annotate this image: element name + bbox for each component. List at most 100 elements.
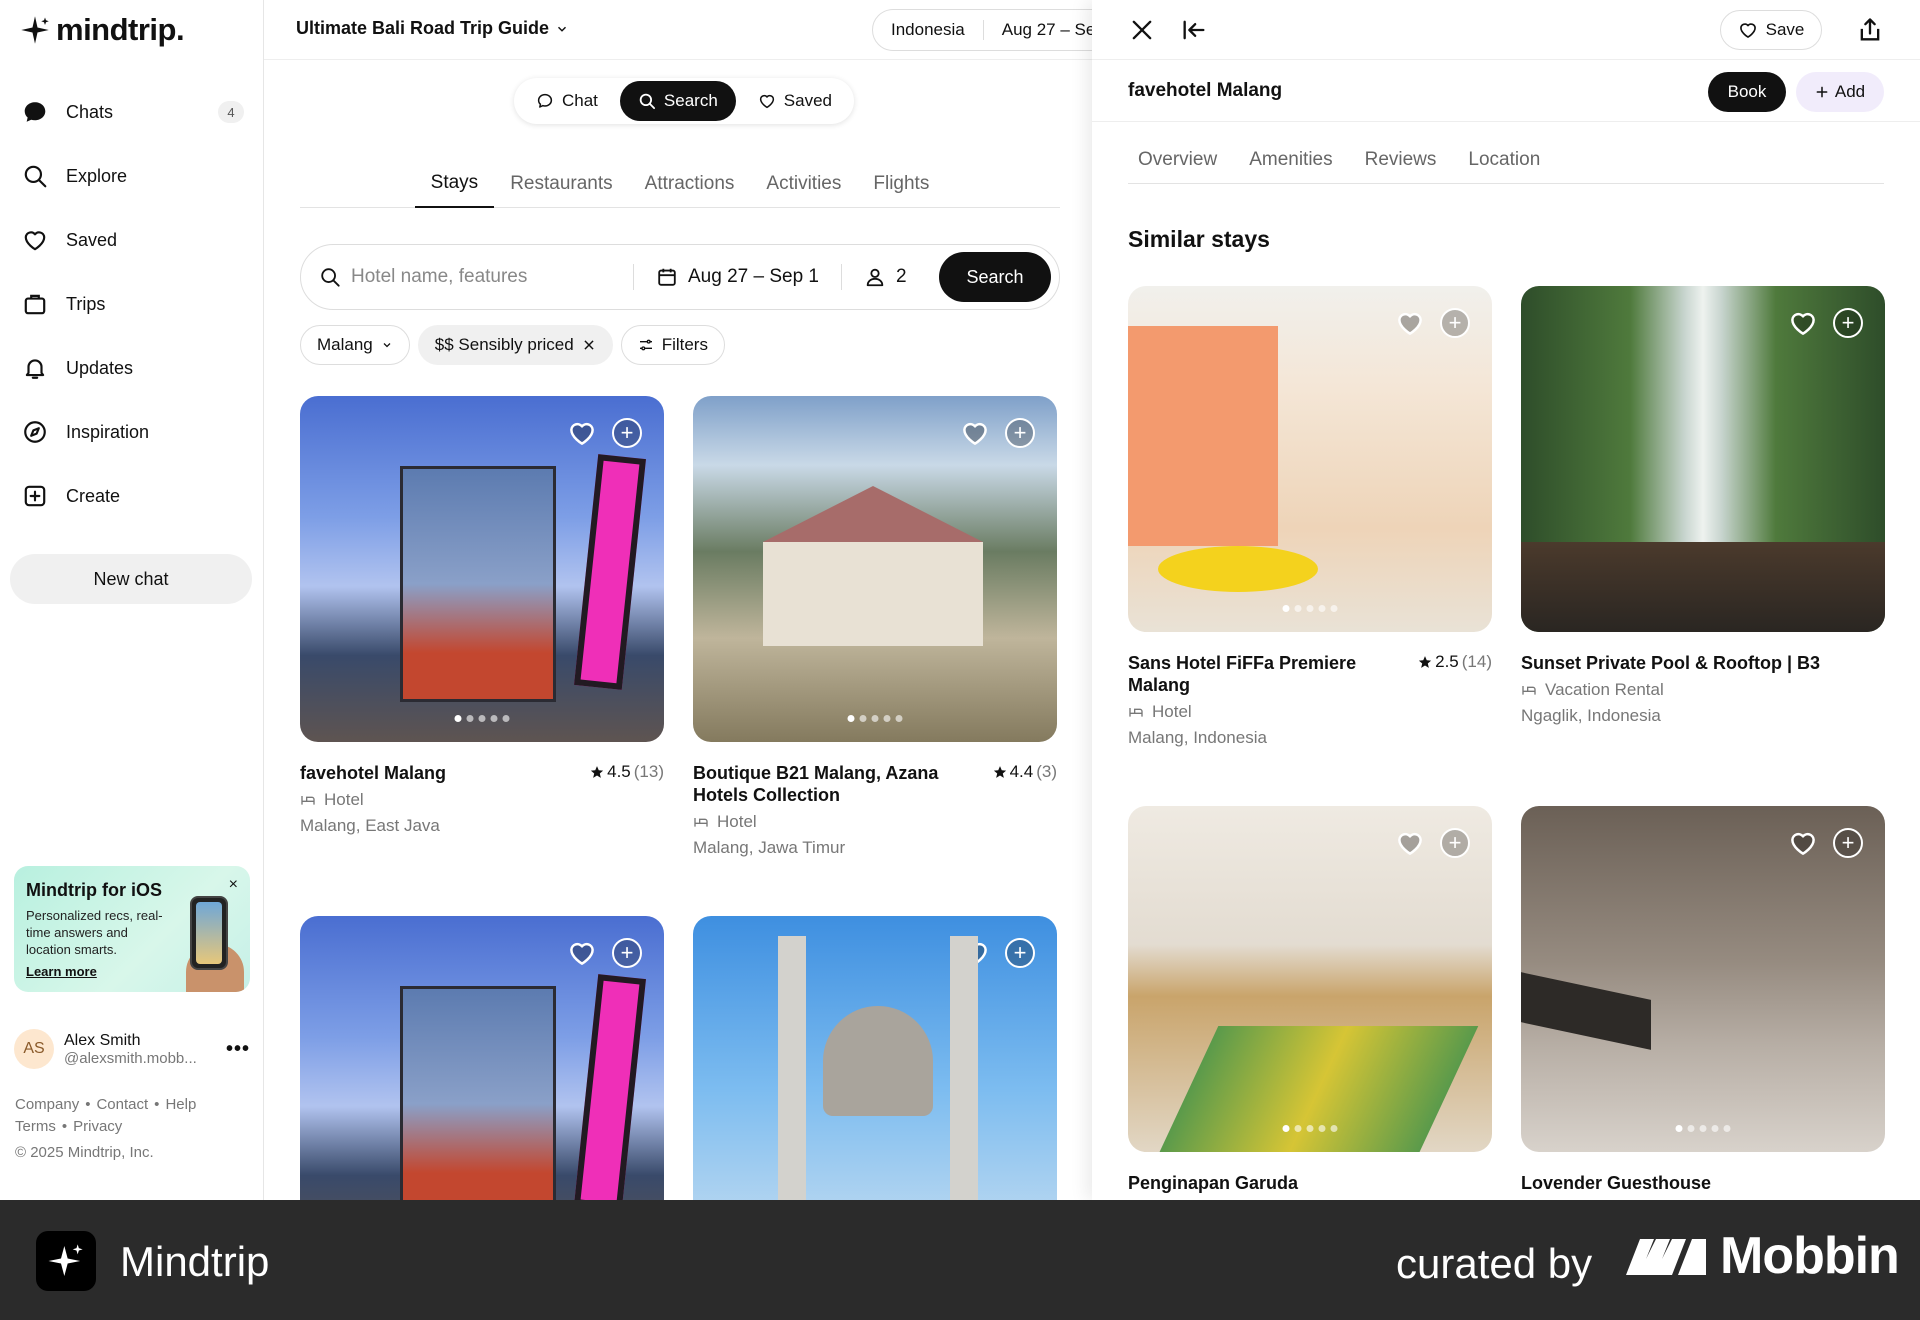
privacy-link[interactable]: Privacy: [73, 1118, 122, 1135]
guest-count: 2: [896, 266, 907, 287]
hotel-search-input[interactable]: [351, 266, 611, 288]
location-filter-chip[interactable]: Malang: [300, 325, 410, 365]
date-range: Aug 27 – Sep 1: [688, 266, 819, 287]
tab-flights[interactable]: Flights: [857, 160, 945, 208]
hotel-search-field[interactable]: [319, 266, 611, 288]
sidebar-item-inspiration[interactable]: Inspiration: [10, 400, 254, 464]
saved-tab-label: Saved: [783, 91, 832, 110]
heart-icon[interactable]: [1787, 308, 1819, 338]
user-profile[interactable]: AS Alex Smith @alexsmith.mobb... •••: [14, 1026, 250, 1072]
tab-stays[interactable]: Stays: [414, 160, 495, 208]
book-button[interactable]: Book: [1708, 72, 1786, 112]
stay-photo[interactable]: +: [1128, 286, 1492, 632]
heart-icon[interactable]: [1394, 828, 1426, 858]
stay-rating: 4.4 (3): [993, 762, 1057, 782]
add-to-trip-icon[interactable]: +: [612, 938, 642, 968]
footer-links: Company • Contact • Help Terms • Privacy: [15, 1094, 196, 1138]
add-to-trip-icon[interactable]: +: [1440, 828, 1470, 858]
close-icon[interactable]: [1128, 16, 1156, 44]
stay-photo[interactable]: +: [693, 396, 1057, 742]
heart-icon[interactable]: [566, 938, 598, 968]
tab-location[interactable]: Location: [1458, 136, 1554, 184]
price-filter-chip[interactable]: $$ Sensibly priced: [417, 325, 613, 365]
similar-stay-card[interactable]: + Penginapan Garuda: [1128, 806, 1492, 1194]
filter-chips: Malang $$ Sensibly priced Filters: [300, 325, 725, 365]
stay-type-label: Hotel: [717, 812, 757, 831]
share-icon[interactable]: [1856, 16, 1884, 44]
sidebar-item-explore[interactable]: Explore: [10, 144, 254, 208]
add-to-trip-icon[interactable]: +: [612, 418, 642, 448]
add-to-trip-icon[interactable]: +: [1440, 308, 1470, 338]
sidebar-item-chats[interactable]: Chats 4: [10, 80, 254, 144]
sparkle-logo-icon: [21, 16, 49, 44]
tab-attractions[interactable]: Attractions: [629, 160, 751, 208]
add-to-trip-icon[interactable]: +: [1005, 418, 1035, 448]
stay-card[interactable]: + favehotel Malang 4.5 (13) Hotel Malang…: [300, 396, 664, 836]
date-picker[interactable]: Aug 27 – Sep 1: [656, 266, 819, 288]
terms-link[interactable]: Terms: [15, 1118, 56, 1135]
help-link[interactable]: Help: [165, 1096, 196, 1113]
stay-photo[interactable]: +: [1521, 806, 1885, 1152]
add-to-trip-icon[interactable]: +: [1833, 308, 1863, 338]
stay-type-label: Vacation Rental: [1545, 680, 1664, 699]
filters-button[interactable]: Filters: [620, 325, 725, 365]
similar-stay-card[interactable]: + Sunset Private Pool & Rooftop | B3 Vac…: [1521, 286, 1885, 726]
heart-icon[interactable]: [959, 418, 991, 448]
heart-icon[interactable]: [959, 938, 991, 968]
tab-amenities[interactable]: Amenities: [1239, 136, 1346, 184]
stay-card[interactable]: + Boutique B21 Malang, Azana Hotels Coll…: [693, 396, 1057, 858]
bed-icon: [694, 818, 708, 827]
tab-restaurants[interactable]: Restaurants: [494, 160, 628, 208]
close-icon[interactable]: ×: [229, 876, 238, 894]
save-button[interactable]: Save: [1720, 10, 1822, 50]
close-icon[interactable]: [582, 338, 596, 352]
sidebar-item-label: Saved: [66, 229, 118, 250]
more-options-icon[interactable]: •••: [226, 1038, 250, 1061]
stay-photo[interactable]: +: [693, 916, 1057, 1200]
sidebar-item-label: Explore: [66, 165, 128, 186]
saved-tab[interactable]: Saved: [740, 81, 850, 121]
star-icon: [591, 766, 604, 778]
similar-stay-card[interactable]: + Sans Hotel FiFFa Premiere Malang 2.5 (…: [1128, 286, 1492, 748]
stay-card[interactable]: +: [300, 916, 664, 1200]
trip-details-pill[interactable]: Indonesia Aug 27 – Sep: [872, 9, 1092, 51]
similar-stay-card[interactable]: + Lovender Guesthouse: [1521, 806, 1885, 1194]
tab-overview[interactable]: Overview: [1128, 136, 1231, 184]
heart-icon[interactable]: [1394, 308, 1426, 338]
company-link[interactable]: Company: [15, 1096, 79, 1113]
search-tab[interactable]: Search: [619, 81, 736, 121]
learn-more-link[interactable]: Learn more: [26, 964, 97, 979]
sidebar-item-create[interactable]: Create: [10, 464, 254, 528]
heart-icon[interactable]: [1787, 828, 1819, 858]
guest-picker[interactable]: 2: [864, 266, 907, 288]
chat-tab[interactable]: Chat: [518, 81, 616, 121]
heart-icon[interactable]: [566, 418, 598, 448]
tab-reviews[interactable]: Reviews: [1355, 136, 1451, 184]
sidebar-item-saved[interactable]: Saved: [10, 208, 254, 272]
sidebar-item-label: Chats: [66, 101, 114, 122]
stay-photo[interactable]: +: [300, 396, 664, 742]
search-button[interactable]: Search: [939, 252, 1051, 302]
stay-type: Vacation Rental: [1521, 680, 1885, 700]
new-chat-button[interactable]: New chat: [10, 554, 252, 604]
tab-activities[interactable]: Activities: [750, 160, 857, 208]
stay-photo[interactable]: +: [300, 916, 664, 1200]
heart-icon: [759, 94, 774, 109]
price-filter-label: $$ Sensibly priced: [434, 335, 574, 354]
mindtrip-logo[interactable]: mindtrip.: [20, 12, 185, 48]
trip-title-dropdown[interactable]: Ultimate Bali Road Trip Guide: [296, 18, 569, 39]
review-count: (3): [1036, 762, 1057, 781]
sidebar-item-trips[interactable]: Trips: [10, 272, 254, 336]
sidebar-item-updates[interactable]: Updates: [10, 336, 254, 400]
add-to-trip-icon[interactable]: +: [1833, 828, 1863, 858]
add-button[interactable]: Add: [1796, 72, 1884, 112]
stay-photo[interactable]: +: [1521, 286, 1885, 632]
stay-type: Hotel: [693, 812, 1057, 832]
stay-card[interactable]: +: [693, 916, 1057, 1200]
carousel-dots: [1675, 1125, 1731, 1132]
stay-photo[interactable]: +: [1128, 806, 1492, 1152]
collapse-panel-icon[interactable]: [1180, 16, 1208, 44]
contact-link[interactable]: Contact: [96, 1096, 148, 1113]
add-to-trip-icon[interactable]: +: [1005, 938, 1035, 968]
sidebar-item-label: Updates: [66, 357, 134, 378]
